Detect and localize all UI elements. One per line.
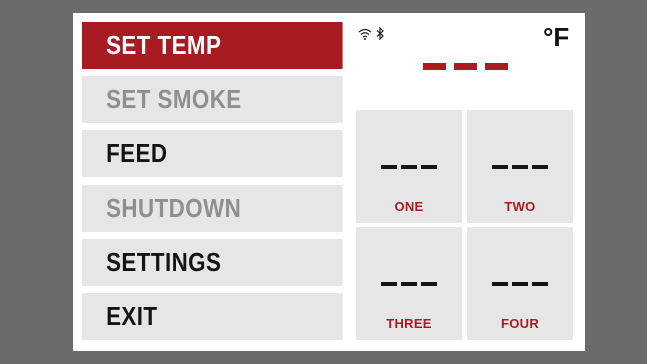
probe-label: THREE [386, 316, 432, 331]
probe-grid: ONE TWO THREE FOUR [356, 110, 573, 340]
menu-item-set-temp[interactable]: SET TEMP [82, 22, 343, 69]
probe-two[interactable]: TWO [467, 110, 573, 223]
controller-screen: SET TEMP SET SMOKE FEED SHUTDOWN SETTING… [73, 13, 585, 351]
bluetooth-icon [376, 26, 385, 43]
probe-label: FOUR [500, 316, 540, 331]
menu-item-settings[interactable]: SETTINGS [82, 239, 343, 286]
probe-label: TWO [504, 199, 536, 214]
grill-temperature-reading [423, 63, 508, 70]
menu-item-set-smoke[interactable]: SET SMOKE [82, 76, 343, 123]
menu-item-shutdown[interactable]: SHUTDOWN [82, 185, 343, 232]
wifi-icon [358, 28, 372, 43]
status-bar [358, 26, 385, 43]
probe-one[interactable]: ONE [356, 110, 462, 223]
probe-label: ONE [394, 199, 424, 214]
temperature-unit[interactable]: °F [543, 22, 569, 53]
probe-three[interactable]: THREE [356, 227, 462, 340]
probe-reading [467, 165, 573, 169]
probe-reading [356, 165, 462, 169]
main-menu: SET TEMP SET SMOKE FEED SHUTDOWN SETTING… [82, 22, 343, 340]
menu-item-feed[interactable]: FEED [82, 130, 343, 177]
menu-item-exit[interactable]: EXIT [82, 293, 343, 340]
probe-reading [356, 282, 462, 286]
probe-four[interactable]: FOUR [467, 227, 573, 340]
probe-reading [467, 282, 573, 286]
